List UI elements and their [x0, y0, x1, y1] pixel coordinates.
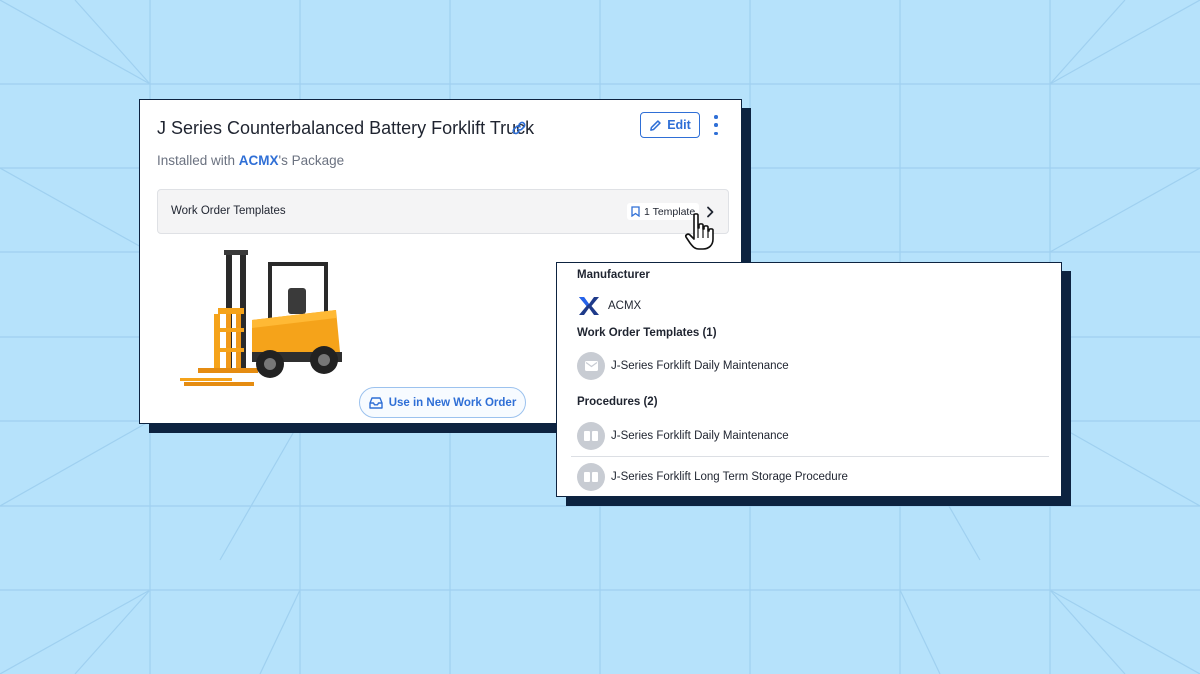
installed-suffix: 's Package: [278, 153, 345, 168]
list-divider: [571, 456, 1049, 457]
template-name: J-Series Forklift Daily Maintenance: [611, 360, 789, 372]
edit-button[interactable]: Edit: [640, 112, 700, 138]
procedure-name: J-Series Forklift Long Term Storage Proc…: [611, 471, 848, 483]
acmx-x-logo: [579, 297, 599, 315]
procedure-icon: [577, 422, 605, 450]
procedure-icon: [577, 463, 605, 491]
procedures-heading: Procedures (2): [577, 396, 658, 408]
forklift-image: [180, 250, 342, 386]
pencil-icon: [650, 119, 661, 131]
use-button-label: Use in New Work Order: [388, 396, 517, 409]
installed-prefix: Installed with: [157, 153, 239, 168]
inbox-tray-icon: [368, 397, 383, 409]
work-order-templates-heading: Work Order Templates (1): [577, 327, 717, 339]
hand-pointer-icon: [685, 213, 714, 250]
installed-with-text: Installed with ACMX's Package: [157, 153, 344, 168]
more-options-icon[interactable]: [710, 115, 722, 135]
use-in-new-work-order-button[interactable]: Use in New Work Order: [359, 387, 526, 418]
link-icon[interactable]: [511, 120, 527, 136]
envelope-icon: [577, 352, 605, 380]
procedure-name: J-Series Forklift Daily Maintenance: [611, 430, 789, 442]
manufacturer-name[interactable]: ACMX: [608, 300, 641, 312]
work-order-templates-row[interactable]: Work Order Templates 1 Template: [157, 189, 729, 234]
installed-brand-link[interactable]: ACMX: [239, 153, 279, 168]
edit-button-label: Edit: [667, 118, 691, 132]
info-panel: Manufacturer ACMX Work Order Templates (…: [556, 262, 1062, 497]
asset-title: J Series Counterbalanced Battery Forklif…: [157, 118, 535, 138]
manufacturer-heading: Manufacturer: [577, 269, 650, 281]
work-order-templates-label: Work Order Templates: [171, 205, 286, 217]
bookmark-icon: [631, 206, 640, 217]
